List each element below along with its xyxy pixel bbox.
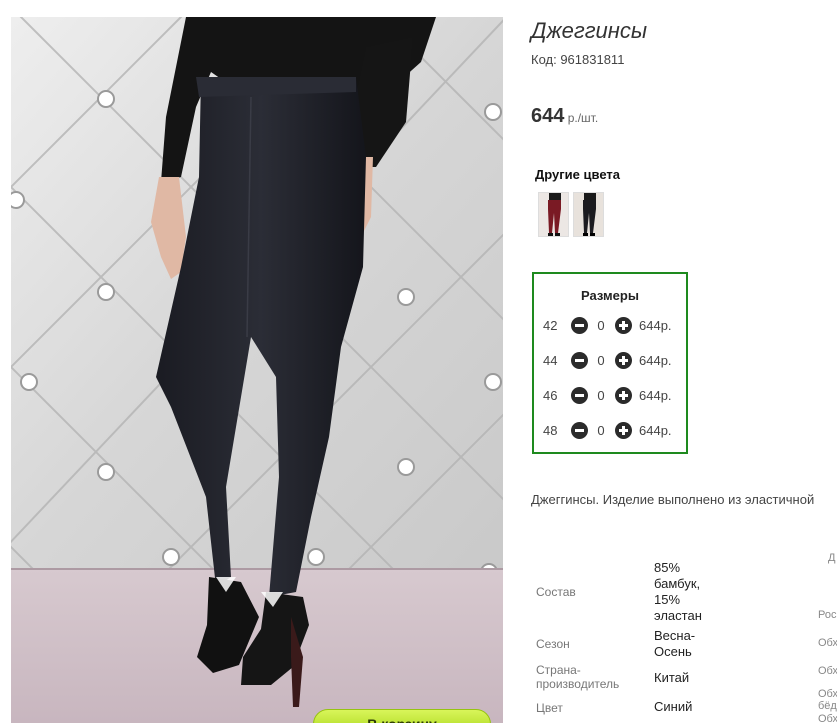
spec-value-color: Синий xyxy=(654,699,693,714)
size-row-42: 42 0 644р. xyxy=(534,316,686,336)
quantity-value: 0 xyxy=(597,318,605,333)
minus-icon[interactable] xyxy=(571,352,588,369)
sizes-title: Размеры xyxy=(581,288,639,303)
size-label: 48 xyxy=(543,423,558,438)
add-to-cart-button[interactable]: В корзину xyxy=(313,709,491,723)
quantity-value: 0 xyxy=(597,388,605,403)
minus-icon[interactable] xyxy=(571,387,588,404)
spec-label-color: Цвет xyxy=(536,701,563,715)
sizes-box: Размеры 42 0 644р. 44 0 644р. 46 0 644р.… xyxy=(532,272,688,454)
size-price: 644р. xyxy=(639,388,672,403)
size-price: 644р. xyxy=(639,318,672,333)
size-label: 46 xyxy=(543,388,558,403)
minus-icon[interactable] xyxy=(571,317,588,334)
right-column-text: Обх xyxy=(818,665,837,677)
product-description: Джеггинсы. Изделие выполнено из эластичн… xyxy=(531,492,815,507)
right-column-text: Обх xyxy=(818,713,837,723)
spec-label-country: Страна-производитель xyxy=(536,663,620,691)
size-label: 42 xyxy=(543,318,558,333)
spec-label-season: Сезон xyxy=(536,637,570,651)
size-row-44: 44 0 644р. xyxy=(534,351,686,371)
right-column-text: бёд xyxy=(818,700,837,712)
plus-icon[interactable] xyxy=(615,352,632,369)
right-column-text: Д xyxy=(828,552,836,564)
spec-label-composition: Состав xyxy=(536,585,576,599)
price-unit: р./шт. xyxy=(564,111,599,125)
minus-icon[interactable] xyxy=(571,422,588,439)
size-row-46: 46 0 644р. xyxy=(534,386,686,406)
spec-value-composition: 85% бамбук, 15% эластан xyxy=(654,560,702,623)
quantity-value: 0 xyxy=(597,353,605,368)
spec-value-season: Весна-Осень xyxy=(654,628,696,659)
other-colors-title: Другие цвета xyxy=(535,167,620,182)
size-row-48: 48 0 644р. xyxy=(534,421,686,441)
plus-icon[interactable] xyxy=(615,317,632,334)
product-photo[interactable] xyxy=(11,17,503,723)
product-code: Код: 961831811 xyxy=(531,52,625,67)
size-label: 44 xyxy=(543,353,558,368)
size-price: 644р. xyxy=(639,353,672,368)
spec-value-country: Китай xyxy=(654,670,690,685)
price-value: 644 xyxy=(531,105,565,127)
right-column-text: Обх xyxy=(818,637,837,649)
product-price: 644 р./шт. xyxy=(531,105,598,128)
color-swatch-black[interactable] xyxy=(573,192,604,237)
size-price: 644р. xyxy=(639,423,672,438)
product-title: Джеггинсы xyxy=(531,18,648,43)
color-swatch-burgundy[interactable] xyxy=(538,192,569,237)
plus-icon[interactable] xyxy=(615,387,632,404)
quantity-value: 0 xyxy=(597,423,605,438)
plus-icon[interactable] xyxy=(615,422,632,439)
right-column-text: Рос xyxy=(818,609,837,621)
